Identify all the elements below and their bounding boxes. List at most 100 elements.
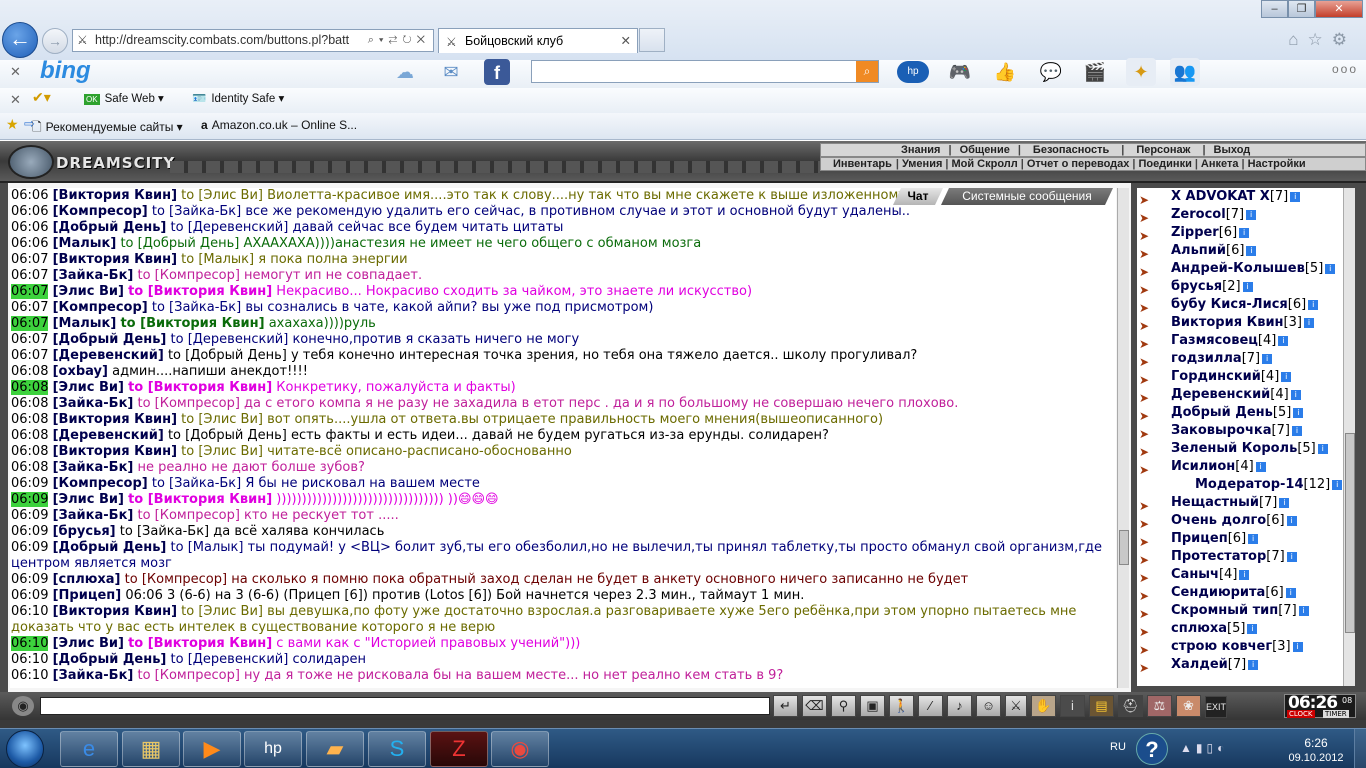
player-name[interactable]: Деревенский bbox=[1171, 387, 1270, 402]
combats-taskbar-icon[interactable]: Z bbox=[430, 731, 488, 767]
address-bar[interactable]: ⚔ http://dreamscity.combats.com/buttons.… bbox=[72, 29, 434, 52]
menu-exit[interactable]: Выход bbox=[1206, 144, 1259, 156]
message-recipient[interactable]: to [Деревенский] bbox=[171, 220, 289, 235]
who-list-item[interactable]: ➤ годзилла[7] i bbox=[1137, 350, 1343, 369]
message-nick[interactable]: [Виктория Квин] bbox=[53, 444, 177, 459]
close-window-button[interactable]: ✕ bbox=[1315, 0, 1363, 18]
message-nick[interactable]: [Добрый День] bbox=[53, 652, 167, 667]
help-icon[interactable]: ? bbox=[1136, 733, 1168, 765]
people-icon[interactable]: 👥 bbox=[1170, 58, 1200, 86]
who-list-item[interactable]: ➤ X ADVOKAT X[7] i bbox=[1137, 188, 1343, 207]
player-name[interactable]: Саныч bbox=[1171, 567, 1219, 582]
menu-profile[interactable]: Анкета bbox=[1198, 158, 1242, 170]
player-info-icon[interactable]: i bbox=[1303, 317, 1314, 328]
message-time[interactable]: 06:06 bbox=[11, 236, 48, 251]
player-name[interactable]: Очень долго bbox=[1171, 513, 1266, 528]
message-nick[interactable]: [Компресор] bbox=[53, 204, 148, 219]
menu-transfer-report[interactable]: Отчет о переводах bbox=[1024, 158, 1133, 170]
who-list-item[interactable]: ➤ Андрей-Колышев[5] i bbox=[1137, 260, 1343, 279]
player-name[interactable]: Гординский bbox=[1171, 369, 1261, 384]
message-time[interactable]: 06:09 bbox=[11, 476, 48, 491]
message-time[interactable]: 06:06 bbox=[11, 188, 48, 203]
who-list-item[interactable]: ➤ бубу Кися-Лися[6] i bbox=[1137, 296, 1343, 315]
player-name[interactable]: Халдей bbox=[1171, 657, 1228, 672]
message-recipient[interactable]: to [Элис Ви] bbox=[181, 412, 263, 427]
weather-icon[interactable]: ☁ bbox=[390, 58, 420, 86]
player-info-icon[interactable]: i bbox=[1285, 587, 1296, 598]
message-time[interactable]: 06:09 bbox=[11, 508, 48, 523]
message-time[interactable]: 06:07 bbox=[11, 284, 49, 299]
close-norton-icon[interactable]: ✕ bbox=[10, 92, 21, 108]
player-name[interactable]: Прицеп bbox=[1171, 531, 1228, 546]
player-info-icon[interactable]: i bbox=[1255, 461, 1266, 472]
player-name[interactable]: Zipper bbox=[1171, 225, 1219, 240]
message-recipient[interactable]: to [Добрый День] bbox=[168, 428, 287, 443]
player-info-icon[interactable]: i bbox=[1279, 497, 1290, 508]
who-list-item[interactable]: ➤ Сендиюрита[6] i bbox=[1137, 584, 1343, 603]
private-icon[interactable]: ⁄ bbox=[918, 695, 943, 717]
smiley-icon[interactable]: ☺ bbox=[976, 695, 1001, 717]
message-nick[interactable]: [Элис Ви] bbox=[53, 492, 124, 507]
bing-search-input[interactable]: ⌕ bbox=[531, 60, 879, 83]
chat-scrollbar[interactable] bbox=[1117, 188, 1129, 688]
message-nick[interactable]: [Элис Ви] bbox=[53, 380, 124, 395]
message-recipient[interactable]: to [Деревенский] bbox=[171, 332, 289, 347]
who-list-item[interactable]: ➤ Заковырочка[7] i bbox=[1137, 422, 1343, 441]
chat-scroll-thumb[interactable] bbox=[1119, 530, 1129, 565]
player-name[interactable]: Исилион bbox=[1171, 459, 1235, 474]
who-list-item[interactable]: ➤ Гординский[4] i bbox=[1137, 368, 1343, 387]
message-nick[interactable]: [Компресор] bbox=[53, 300, 148, 315]
menu-inventory[interactable]: Инвентарь bbox=[821, 158, 896, 170]
player-name[interactable]: Модератор-14 bbox=[1195, 477, 1304, 492]
player-name[interactable]: Добрый День bbox=[1171, 405, 1273, 420]
message-recipient[interactable]: to [Добрый День] bbox=[168, 348, 287, 363]
star-icon[interactable]: ✦ bbox=[1126, 58, 1156, 86]
player-name[interactable]: X ADVOKAT X bbox=[1171, 189, 1270, 204]
filter-icon[interactable]: ⚲ bbox=[831, 695, 856, 717]
identity-safe-button[interactable]: 🪪 Identity Safe ▾ bbox=[192, 91, 284, 105]
tab-close-icon[interactable]: ✕ bbox=[621, 29, 631, 53]
message-recipient[interactable]: to [Элис Ви] bbox=[181, 188, 263, 203]
message-time[interactable]: 06:06 bbox=[11, 220, 48, 235]
fav-item-recommended[interactable]: 🗋 Рекомендуемые сайты ▾ bbox=[32, 118, 183, 139]
who-list-item[interactable]: ➤ Исилион[4] i bbox=[1137, 458, 1343, 477]
chat-messages[interactable]: 06:06 [Виктория Квин] to [Элис Ви] Виоле… bbox=[10, 188, 1116, 688]
who-list-item[interactable]: ➤ Zipper[6] i bbox=[1137, 224, 1343, 243]
message-time[interactable]: 06:07 bbox=[11, 332, 48, 347]
address-actions-icons[interactable]: ⌕▾⇄↻✕ bbox=[368, 30, 430, 51]
who-list-item[interactable]: ➤ Деревенский[4] i bbox=[1137, 386, 1343, 405]
message-time[interactable]: 06:10 bbox=[11, 604, 48, 619]
menu-battles[interactable]: Поединки bbox=[1135, 158, 1194, 170]
save-icon[interactable]: ▣ bbox=[860, 695, 885, 717]
message-nick[interactable]: [Малык] bbox=[53, 236, 117, 251]
tab-system-messages[interactable]: Системные сообщения bbox=[941, 188, 1113, 205]
message-time[interactable]: 06:08 bbox=[11, 428, 48, 443]
menu-skills[interactable]: Умения bbox=[899, 158, 945, 170]
player-info-icon[interactable]: i bbox=[1293, 407, 1304, 418]
message-recipient[interactable]: to [Виктория Квин] bbox=[128, 636, 272, 651]
favorites-star-icon[interactable]: ★ bbox=[6, 116, 19, 133]
message-time[interactable]: 06:07 bbox=[11, 268, 48, 283]
player-info-icon[interactable]: i bbox=[1325, 263, 1336, 274]
message-recipient[interactable]: to [Виктория Квин] bbox=[128, 380, 272, 395]
player-name[interactable]: Zerocol bbox=[1171, 207, 1226, 222]
message-recipient[interactable]: to [Элис Ви] bbox=[181, 604, 263, 619]
message-recipient[interactable]: to [Виктория Квин] bbox=[120, 316, 264, 331]
message-time[interactable]: 06:07 bbox=[11, 252, 48, 267]
helmet-icon[interactable]: ⛑ bbox=[1118, 695, 1143, 717]
message-nick[interactable]: [Добрый День] bbox=[53, 540, 167, 555]
who-scroll-thumb[interactable] bbox=[1345, 433, 1355, 633]
player-info-icon[interactable]: i bbox=[1332, 479, 1343, 490]
chat-icon[interactable]: 💬 bbox=[1036, 58, 1066, 86]
hp-taskbar-icon[interactable]: hp bbox=[244, 731, 302, 767]
message-recipient[interactable]: to [Компресор] bbox=[137, 508, 239, 523]
player-name[interactable]: Виктория Квин bbox=[1171, 315, 1284, 330]
message-time[interactable]: 06:10 bbox=[11, 668, 48, 683]
player-name[interactable]: сплюха bbox=[1171, 621, 1227, 636]
message-time[interactable]: 06:07 bbox=[11, 316, 49, 331]
tray-language[interactable]: RU bbox=[1110, 741, 1126, 753]
menu-knowledge[interactable]: Знания bbox=[893, 144, 948, 156]
sound-icon[interactable]: ♪ bbox=[947, 695, 972, 717]
tray-icons[interactable]: ▲▮▯◐ bbox=[1180, 741, 1228, 755]
back-button[interactable]: ← bbox=[2, 22, 38, 58]
